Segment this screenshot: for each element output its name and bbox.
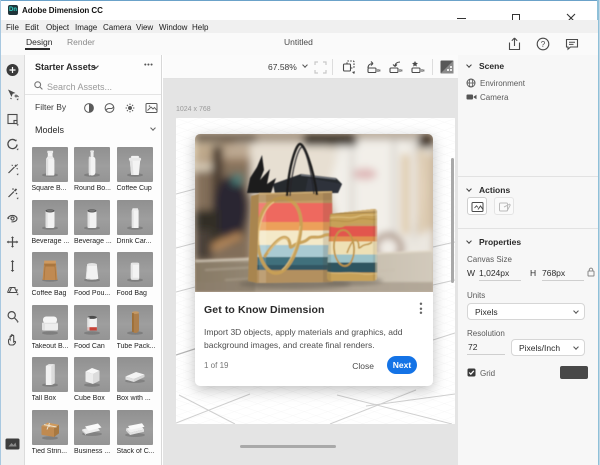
svg-text:?: ? (541, 40, 546, 49)
